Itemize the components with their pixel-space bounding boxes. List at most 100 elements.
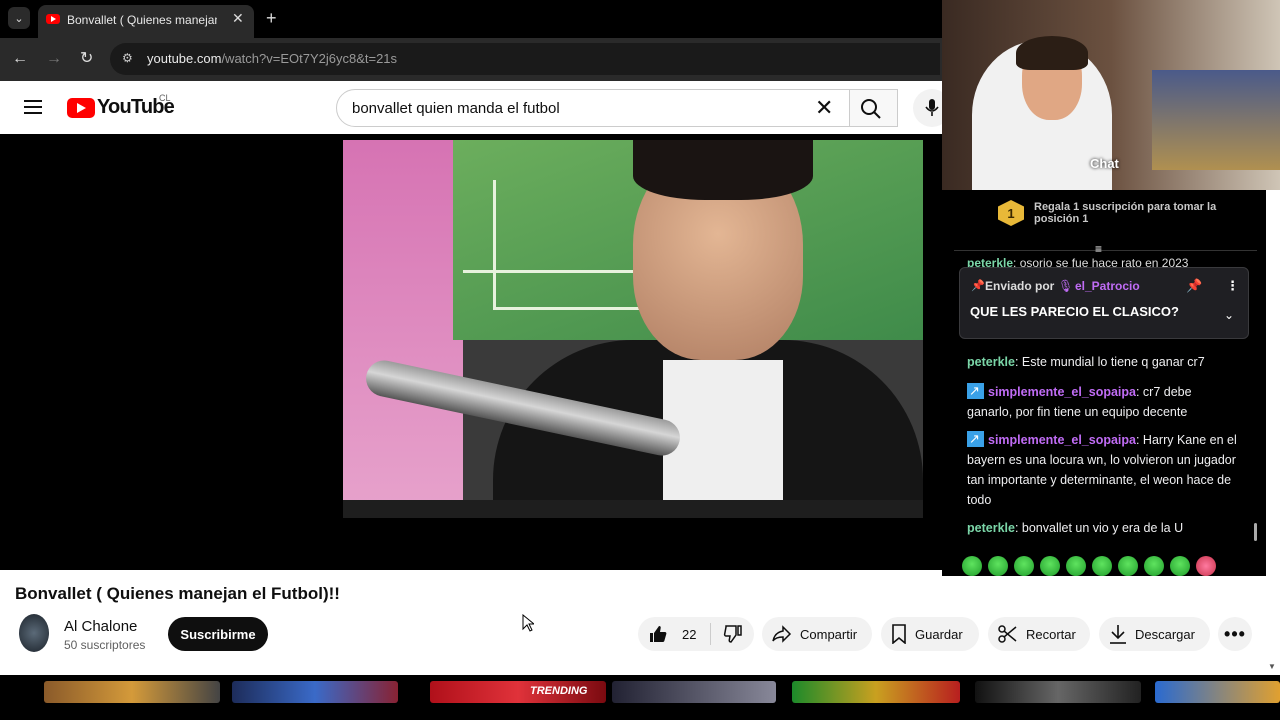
thumbs-down-icon[interactable] — [723, 624, 743, 644]
youtube-logo-icon[interactable] — [67, 98, 95, 118]
tab-close-icon[interactable]: ✕ — [232, 10, 244, 27]
share-icon — [772, 625, 792, 643]
url-text[interactable]: youtube.com/watch?v=EOt7Y2j6yc8&t=21s — [147, 51, 397, 66]
browser-tab-strip: ⌄ Bonvallet ( Quienes manejan el ✕ + — [0, 0, 942, 38]
mouse-cursor-icon — [522, 614, 534, 632]
country-code: CL — [159, 93, 171, 103]
chat-username[interactable]: simplemente_el_sopaipa — [988, 433, 1136, 447]
youtube-favicon-icon — [46, 14, 60, 24]
chat-message: simplemente_el_sopaipa: Harry Kane en el… — [967, 429, 1237, 510]
tab-title: Bonvallet ( Quienes manejan el — [67, 13, 217, 27]
collapse-icon[interactable]: ≡ — [1095, 242, 1102, 256]
emote-icon[interactable] — [1170, 556, 1190, 576]
recommendation-thumbnail[interactable] — [1155, 681, 1280, 703]
share-button[interactable]: Compartir — [762, 617, 872, 651]
search-icon — [861, 99, 881, 119]
video-bg-pink — [343, 140, 463, 518]
emote-icon[interactable] — [962, 556, 982, 576]
search-input[interactable]: bonvallet quien manda el futbol ✕ — [336, 89, 850, 127]
microphone-icon — [925, 99, 939, 116]
chat-username[interactable]: peterkle — [967, 521, 1015, 535]
share-label: Compartir — [800, 626, 858, 642]
recommendation-thumbnail[interactable] — [44, 681, 220, 703]
video-bottom-bar — [343, 500, 923, 518]
chat-message: simplemente_el_sopaipa: cr7 debe ganarlo… — [967, 381, 1237, 422]
more-vertical-icon[interactable]: ⋮ — [1226, 278, 1239, 294]
menu-hamburger-icon[interactable] — [24, 100, 42, 114]
emote-icon[interactable] — [1118, 556, 1138, 576]
like-divider — [710, 623, 712, 645]
chat-username[interactable]: simplemente_el_sopaipa — [988, 385, 1136, 399]
clear-search-icon[interactable]: ✕ — [815, 96, 833, 120]
download-icon — [1110, 625, 1126, 644]
url-path: /watch?v=EOt7Y2j6yc8&t=21s — [221, 51, 398, 66]
emote-row — [962, 556, 1252, 580]
emote-icon[interactable] — [1092, 556, 1112, 576]
channel-avatar[interactable] — [19, 614, 49, 652]
emote-icon[interactable] — [1040, 556, 1060, 576]
chat-message: peterkle: Este mundial lo tiene q ganar … — [967, 352, 1237, 372]
video-frame[interactable] — [343, 140, 923, 518]
like-dislike-group: 22 — [638, 617, 754, 651]
tab-search-chevron-icon[interactable]: ⌄ — [8, 7, 30, 29]
webcam-chat-label: Chat — [1090, 156, 1119, 171]
recommendation-thumbnail[interactable]: TRENDING — [430, 681, 606, 703]
like-count[interactable]: 22 — [682, 627, 696, 642]
thumbs-up-icon[interactable] — [648, 624, 668, 644]
back-arrow-icon[interactable]: ← — [12, 49, 28, 69]
subscriber-count: 50 suscriptores — [64, 638, 146, 652]
more-actions-button[interactable]: ••• — [1218, 617, 1252, 651]
chevron-down-icon[interactable]: ⌄ — [1224, 308, 1234, 322]
pinned-username[interactable]: el_Patrocio — [1075, 279, 1140, 293]
reload-icon[interactable]: ↻ — [80, 49, 93, 69]
emote-icon[interactable] — [988, 556, 1008, 576]
chat-message: peterkle: bonvallet un vio y era de la U — [967, 518, 1237, 538]
scroll-down-arrow-icon[interactable]: ▼ — [1268, 662, 1276, 671]
emote-icon[interactable] — [1014, 556, 1034, 576]
pinned-message-text: QUE LES PARECIO EL CLASICO? — [970, 304, 1179, 319]
download-button[interactable]: Descargar — [1099, 617, 1210, 651]
video-presenter-hair — [633, 140, 813, 200]
subscriber-badge-icon — [967, 381, 984, 401]
browser-toolbar: ← → ↻ ⚙ youtube.com/watch?v=EOt7Y2j6yc8&… — [0, 38, 942, 81]
recommendation-thumbnail[interactable] — [232, 681, 398, 703]
forward-arrow-icon[interactable]: → — [46, 49, 62, 69]
chat-text: : bonvallet un vio y era de la U — [1014, 521, 1184, 535]
site-settings-icon[interactable]: ⚙ — [122, 51, 136, 65]
video-player[interactable] — [0, 134, 942, 570]
clip-button[interactable]: Recortar — [988, 617, 1090, 651]
chat-username[interactable]: peterkle — [967, 355, 1015, 369]
pinned-sent-by: Enviado por — [985, 279, 1055, 293]
url-host: youtube.com — [147, 51, 222, 66]
video-info: Bonvallet ( Quienes manejan el Futbol)!!… — [0, 570, 1280, 675]
subscribe-button[interactable]: Suscribirme — [168, 617, 268, 651]
save-button[interactable]: Guardar — [881, 617, 979, 651]
video-presenter-shirt — [663, 360, 783, 518]
channel-name[interactable]: Al Chalone — [64, 618, 137, 635]
pinned-message[interactable]: 📌 Enviado por 🎙 el_Patrocio 📌 ⋮ QUE LES … — [959, 267, 1249, 339]
recommendation-thumbnail[interactable] — [975, 681, 1141, 703]
chat-scrollbar[interactable] — [1254, 523, 1257, 541]
emote-icon[interactable] — [1066, 556, 1086, 576]
unpin-icon[interactable]: 📌 — [1186, 278, 1202, 294]
recommendation-thumbnail[interactable] — [612, 681, 776, 703]
browser-tab[interactable]: Bonvallet ( Quienes manejan el ✕ — [38, 5, 254, 38]
recommendation-strip: TRENDING — [0, 675, 1280, 720]
emote-icon[interactable] — [1196, 556, 1216, 576]
webcam-streamer-hair — [1016, 36, 1088, 70]
microphone-icon: 🎙 — [1058, 279, 1074, 293]
bookmark-icon — [892, 624, 906, 644]
new-tab-button[interactable]: + — [266, 8, 277, 28]
clip-label: Recortar — [1026, 626, 1076, 642]
pin-icon: 📌 — [971, 280, 985, 292]
emote-icon[interactable] — [1144, 556, 1164, 576]
search-query-text: bonvallet quien manda el futbol — [352, 100, 560, 117]
chat-gutter — [1266, 190, 1280, 576]
search-button[interactable] — [850, 89, 898, 127]
subscriber-badge-icon — [967, 429, 984, 449]
stream-chat: 1 Regala 1 suscripción para tomar la pos… — [942, 190, 1266, 576]
gift-rank-text[interactable]: Regala 1 suscripción para tomar la posic… — [1034, 201, 1244, 225]
recommendation-thumbnail[interactable] — [792, 681, 960, 703]
gift-rank-badge: 1 — [998, 200, 1024, 226]
address-bar[interactable]: ⚙ youtube.com/watch?v=EOt7Y2j6yc8&t=21s — [110, 43, 940, 75]
